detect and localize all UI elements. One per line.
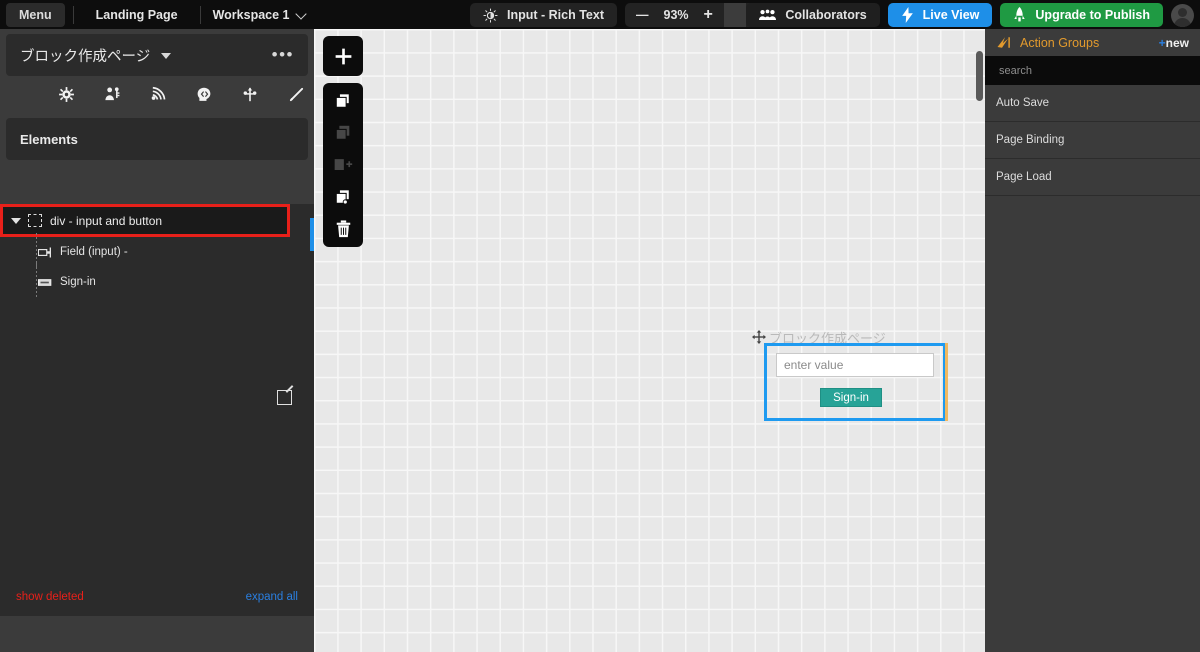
page-title-group[interactable]: ブロック作成ページ — [20, 45, 171, 66]
canvas-signin-button[interactable]: Sign-in — [820, 388, 882, 407]
new-label: new — [1165, 35, 1189, 50]
canvas-input-field[interactable]: enter value — [776, 353, 934, 377]
triangle-down-icon[interactable] — [11, 217, 21, 224]
collaborators-button[interactable]: Collaborators — [746, 3, 880, 27]
new-action-group-button[interactable]: +new — [1159, 36, 1189, 50]
left-panel: ブロック作成ページ ••• Elements div - input and b… — [0, 29, 314, 652]
plus-icon: + — [1158, 35, 1166, 50]
trash-icon[interactable] — [332, 218, 354, 240]
canvas[interactable]: ブロック作成ページ enter value Sign-in — [314, 29, 985, 652]
paste-add-icon[interactable] — [332, 154, 354, 176]
action-group-item-page-load[interactable]: Page Load — [985, 159, 1200, 196]
gear-icon[interactable] — [56, 84, 76, 104]
copy-icon[interactable] — [332, 90, 354, 112]
action-group-item-page-binding[interactable]: Page Binding — [985, 122, 1200, 159]
divider — [723, 3, 746, 27]
edit-square-icon[interactable] — [277, 390, 292, 405]
pen-icon[interactable] — [286, 84, 306, 104]
app-root: Menu Landing Page Workspace 1 Input - Ri… — [0, 0, 1200, 652]
brightness-icon — [483, 7, 498, 23]
tree-connector — [36, 267, 37, 297]
dashed-box-icon — [28, 214, 42, 227]
triangle-down-icon — [160, 53, 171, 60]
chevron-down-icon — [297, 10, 306, 19]
top-bar: Menu Landing Page Workspace 1 Input - Ri… — [0, 0, 1200, 29]
expand-all-link[interactable]: expand all — [246, 591, 298, 603]
branch-icon[interactable] — [240, 84, 260, 104]
panel-tool-icons — [0, 76, 314, 112]
tree-row-field[interactable]: Field (input) - — [0, 233, 314, 267]
live-view-label: Live View — [922, 8, 980, 22]
duplicate-icon[interactable] — [332, 186, 354, 208]
page-title: ブロック作成ページ — [20, 48, 151, 65]
workspace-selector[interactable]: Workspace 1 — [203, 3, 316, 27]
resize-guide — [945, 343, 948, 421]
mode-selector[interactable]: Input - Rich Text — [470, 3, 617, 27]
zoom-level: 93% — [663, 8, 689, 22]
top-bar-right: Collaborators Live View Upgrade to Publi… — [746, 3, 1194, 27]
tree-row-root[interactable]: div - input and button — [0, 204, 290, 237]
element-tree: div - input and button Field (input) - S… — [0, 204, 314, 616]
page-title-bar[interactable]: ブロック作成ページ ••• — [6, 34, 308, 76]
mode-label: Input - Rich Text — [507, 8, 604, 22]
canvas-toolbar-group — [323, 83, 363, 247]
broadcast-icon[interactable] — [148, 84, 168, 104]
live-view-button[interactable]: Live View — [887, 3, 993, 27]
head-code-icon[interactable] — [194, 84, 214, 104]
input-field-icon — [38, 247, 53, 258]
menu-button[interactable]: Menu — [6, 2, 65, 27]
canvas-scrollbar[interactable] — [976, 51, 983, 101]
tree-row-signin[interactable]: Sign-in — [0, 263, 314, 297]
divider — [199, 5, 201, 24]
elements-header: Elements — [20, 131, 78, 147]
rocket-icon — [1014, 7, 1026, 22]
action-groups-title: Action Groups — [1020, 35, 1100, 50]
paste-icon[interactable] — [332, 122, 354, 144]
tree-footer: show deleted expand all — [0, 584, 314, 616]
user-key-icon[interactable] — [102, 84, 122, 104]
button-icon — [38, 278, 53, 287]
divider — [72, 5, 74, 24]
action-groups-icon — [997, 37, 1010, 48]
zoom-out-button[interactable]: — — [625, 3, 660, 27]
collaborators-label: Collaborators — [785, 8, 867, 22]
action-groups-search-input[interactable]: search — [985, 56, 1200, 85]
elements-section: Elements — [6, 118, 308, 160]
show-deleted-link[interactable]: show deleted — [16, 591, 84, 603]
people-icon — [759, 9, 777, 20]
tree-label-field: Field (input) - — [60, 246, 128, 258]
right-panel: Action Groups +new search Auto Save Page… — [985, 29, 1200, 652]
page-more-button[interactable]: ••• — [272, 45, 294, 65]
lightning-icon — [901, 7, 913, 23]
move-handle-icon[interactable] — [752, 330, 766, 344]
action-group-item-auto-save[interactable]: Auto Save — [985, 85, 1200, 122]
tab-landing-page[interactable]: Landing Page — [82, 3, 192, 27]
top-bar-center: Input - Rich Text — 93% + — [470, 3, 777, 27]
upgrade-button[interactable]: Upgrade to Publish — [1000, 3, 1163, 27]
user-avatar-icon[interactable] — [1171, 3, 1194, 27]
add-element-icon[interactable] — [323, 36, 363, 76]
tree-label-root: div - input and button — [50, 213, 163, 228]
zoom-in-button[interactable]: + — [693, 3, 724, 27]
action-groups-header: Action Groups +new — [985, 29, 1200, 56]
canvas-toolbar — [323, 36, 363, 247]
upgrade-label: Upgrade to Publish — [1035, 8, 1150, 22]
workspace-label: Workspace 1 — [212, 7, 290, 22]
tree-label-signin: Sign-in — [60, 276, 96, 288]
